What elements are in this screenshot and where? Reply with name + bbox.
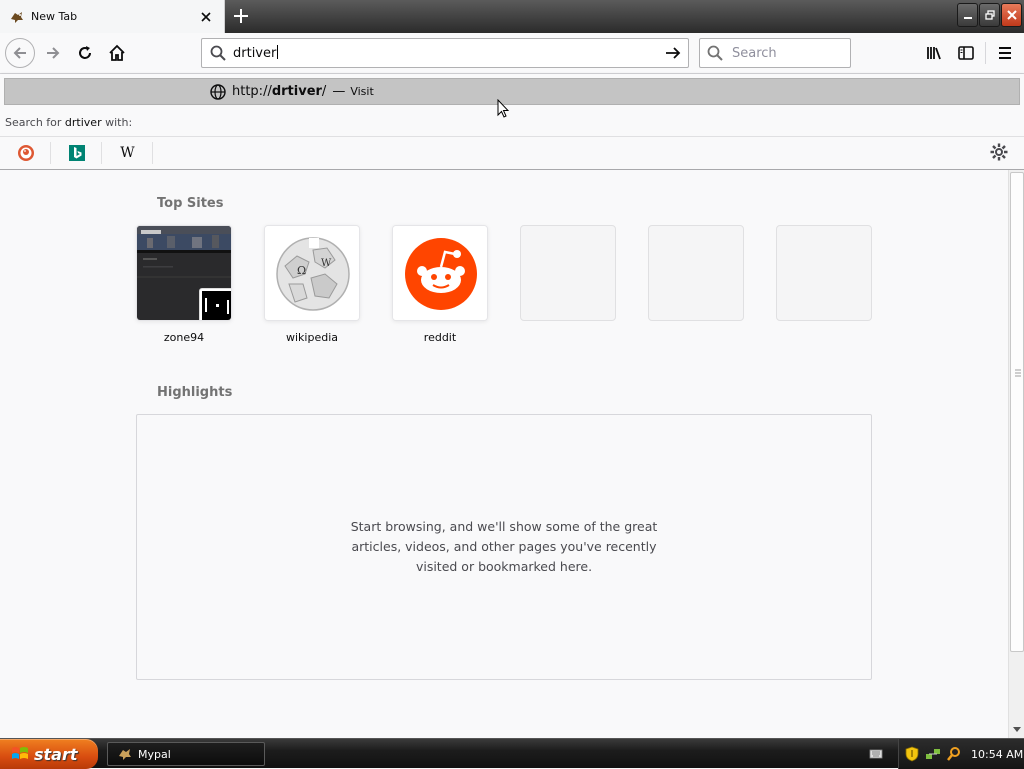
url-autocomplete-popup: http://drtiver/ — Visit Search for drtiv…: [0, 74, 1024, 170]
top-site-label: reddit: [423, 331, 457, 344]
tab-new-tab[interactable]: New Tab: [0, 0, 225, 33]
taskbar-item-label: Mypal: [138, 747, 171, 761]
menu-button[interactable]: [993, 41, 1017, 65]
start-button[interactable]: start: [0, 739, 98, 769]
search-icon: [210, 45, 226, 61]
library-icon: [927, 47, 941, 60]
search-bar[interactable]: Search: [699, 38, 851, 68]
bing-icon: [68, 145, 85, 161]
back-arrow-icon: [13, 47, 26, 59]
highlights-empty-state: Start browsing, and we'll show some of t…: [136, 414, 872, 680]
zone94-favicon: [199, 288, 231, 320]
search-icon: [707, 45, 723, 61]
start-label: start: [34, 744, 78, 764]
network-icon[interactable]: [925, 746, 941, 762]
top-site-placeholder: [648, 225, 744, 321]
top-site-tile-zone94[interactable]: [136, 225, 232, 321]
result-url: http://drtiver/: [232, 84, 327, 99]
engine-wikipedia-button[interactable]: W: [103, 142, 153, 164]
home-button[interactable]: [102, 38, 132, 68]
engine-bing-button[interactable]: [52, 142, 102, 164]
url-bar[interactable]: drtiver: [201, 38, 689, 68]
system-clock: 10:54 AM: [971, 747, 1024, 761]
search-with-label: Search for drtiver with:: [5, 116, 133, 129]
search-input[interactable]: Search: [732, 46, 777, 61]
mypal-bird-icon: [119, 749, 131, 760]
scrollbar-thumb[interactable]: [1010, 172, 1024, 652]
autocomplete-result-row[interactable]: http://drtiver/ — Visit: [4, 78, 1020, 105]
pong-game-icon: [202, 291, 231, 320]
vertical-scrollbar[interactable]: [1008, 170, 1024, 738]
back-button[interactable]: [5, 38, 35, 68]
go-arrow-icon: [666, 47, 681, 59]
highlights-empty-message: Start browsing, and we'll show some of t…: [350, 519, 658, 574]
reload-button[interactable]: [70, 38, 100, 68]
tab-title: New Tab: [31, 10, 78, 23]
top-site-tile-reddit[interactable]: [392, 225, 488, 321]
restore-button[interactable]: [979, 3, 1000, 27]
keyboard-icon[interactable]: [869, 747, 883, 761]
windows-taskbar: start Mypal 10:54 AM: [0, 738, 1024, 769]
hamburger-menu-icon: [999, 47, 1011, 59]
one-off-search-engines: W: [0, 136, 1024, 168]
forward-button[interactable]: [38, 38, 68, 68]
minimize-button[interactable]: [957, 3, 978, 27]
top-sites-title: Top Sites: [157, 196, 224, 211]
navigation-toolbar: drtiver Search: [0, 33, 1024, 74]
system-tray: 10:54 AM: [898, 739, 1024, 769]
tab-strip: New Tab: [0, 0, 1024, 33]
top-site-placeholder: [776, 225, 872, 321]
top-site-label: zone94: [163, 331, 205, 344]
close-window-button[interactable]: [1001, 3, 1022, 27]
taskbar-item-mypal[interactable]: Mypal: [107, 742, 265, 766]
svg-text:Ω: Ω: [297, 264, 306, 277]
new-tab-page: Top Sites zone94 Ω W wikipedia reddit Hi…: [0, 170, 1008, 738]
result-action-label: Visit: [350, 85, 374, 98]
reload-icon: [79, 46, 91, 59]
security-shield-icon[interactable]: [904, 746, 920, 762]
new-tab-button[interactable]: [229, 4, 253, 28]
close-tab-icon[interactable]: [198, 9, 214, 25]
top-site-placeholder: [520, 225, 616, 321]
toolbar-separator: [985, 42, 986, 64]
top-site-tile-wikipedia[interactable]: Ω W: [264, 225, 360, 321]
url-input[interactable]: drtiver: [233, 45, 662, 61]
scroll-down-button[interactable]: [1010, 723, 1024, 737]
engine-duckduckgo-button[interactable]: [1, 142, 51, 164]
wikipedia-globe-icon: Ω W: [265, 226, 359, 320]
search-settings-gear-icon[interactable]: [989, 142, 1009, 162]
mypal-bird-icon: [11, 11, 23, 23]
mouse-cursor-icon: [497, 99, 509, 118]
duckduckgo-icon: [17, 145, 34, 161]
scrollbar-grip-icon: [1015, 369, 1021, 377]
search-tray-icon[interactable]: [946, 746, 962, 762]
forward-arrow-icon: [47, 47, 60, 59]
chevron-down-icon: [1013, 727, 1021, 732]
globe-icon: [210, 83, 226, 100]
windows-logo-icon: [12, 747, 28, 759]
go-arrow-button[interactable]: [662, 42, 684, 64]
library-button[interactable]: [922, 41, 946, 65]
sidebar-button[interactable]: [954, 41, 978, 65]
svg-text:W: W: [321, 258, 332, 269]
sidebar-icon: [958, 46, 974, 60]
wikipedia-icon: W: [120, 145, 135, 161]
result-separator: —: [332, 84, 346, 99]
reddit-icon: [393, 226, 487, 320]
window-controls: [957, 3, 1022, 27]
home-icon: [109, 44, 125, 61]
top-site-label: wikipedia: [285, 331, 338, 344]
highlights-title: Highlights: [157, 385, 233, 400]
